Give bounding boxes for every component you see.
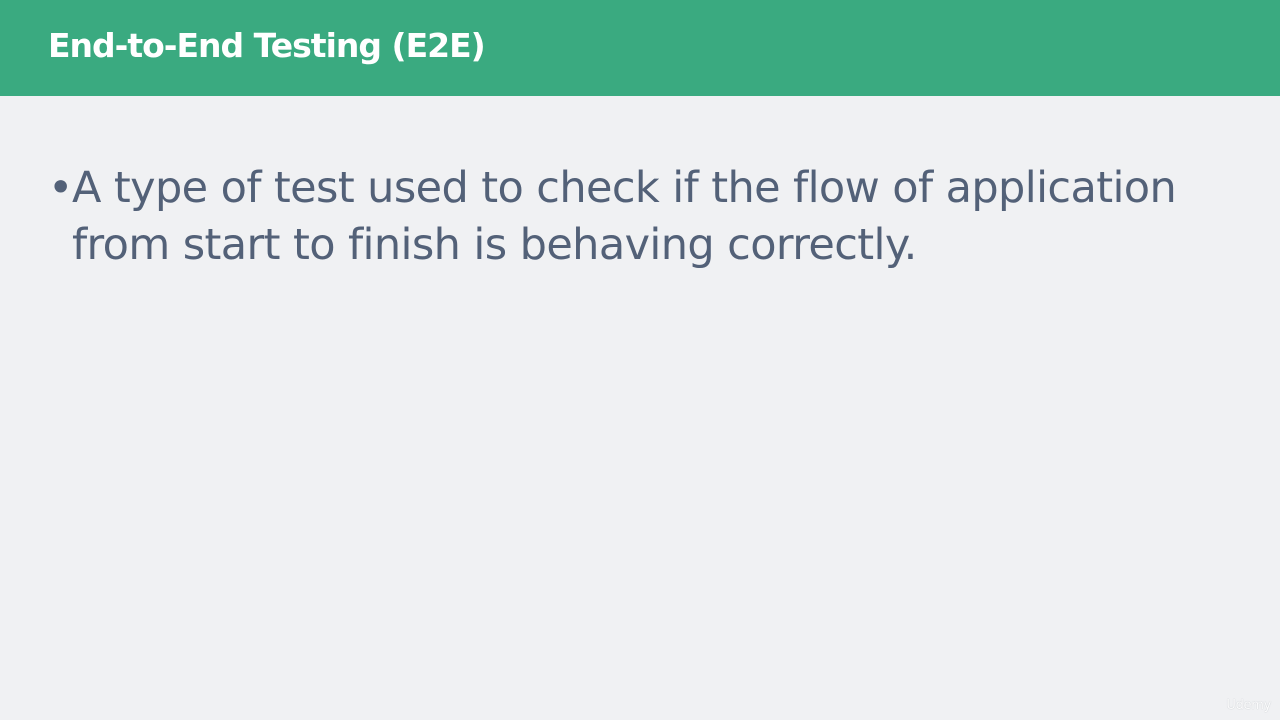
- slide: End-to-End Testing (E2E) • A type of tes…: [0, 0, 1280, 720]
- slide-title: End-to-End Testing (E2E): [48, 26, 486, 65]
- bullet-list: • A type of test used to check if the fl…: [48, 160, 1238, 274]
- bullet-text: A type of test used to check if the flow…: [72, 163, 1177, 270]
- bullet-item: • A type of test used to check if the fl…: [48, 160, 1238, 274]
- bullet-marker: •: [48, 163, 73, 213]
- title-bar: End-to-End Testing (E2E): [0, 0, 1280, 96]
- udemy-watermark: Udemy: [1226, 698, 1271, 713]
